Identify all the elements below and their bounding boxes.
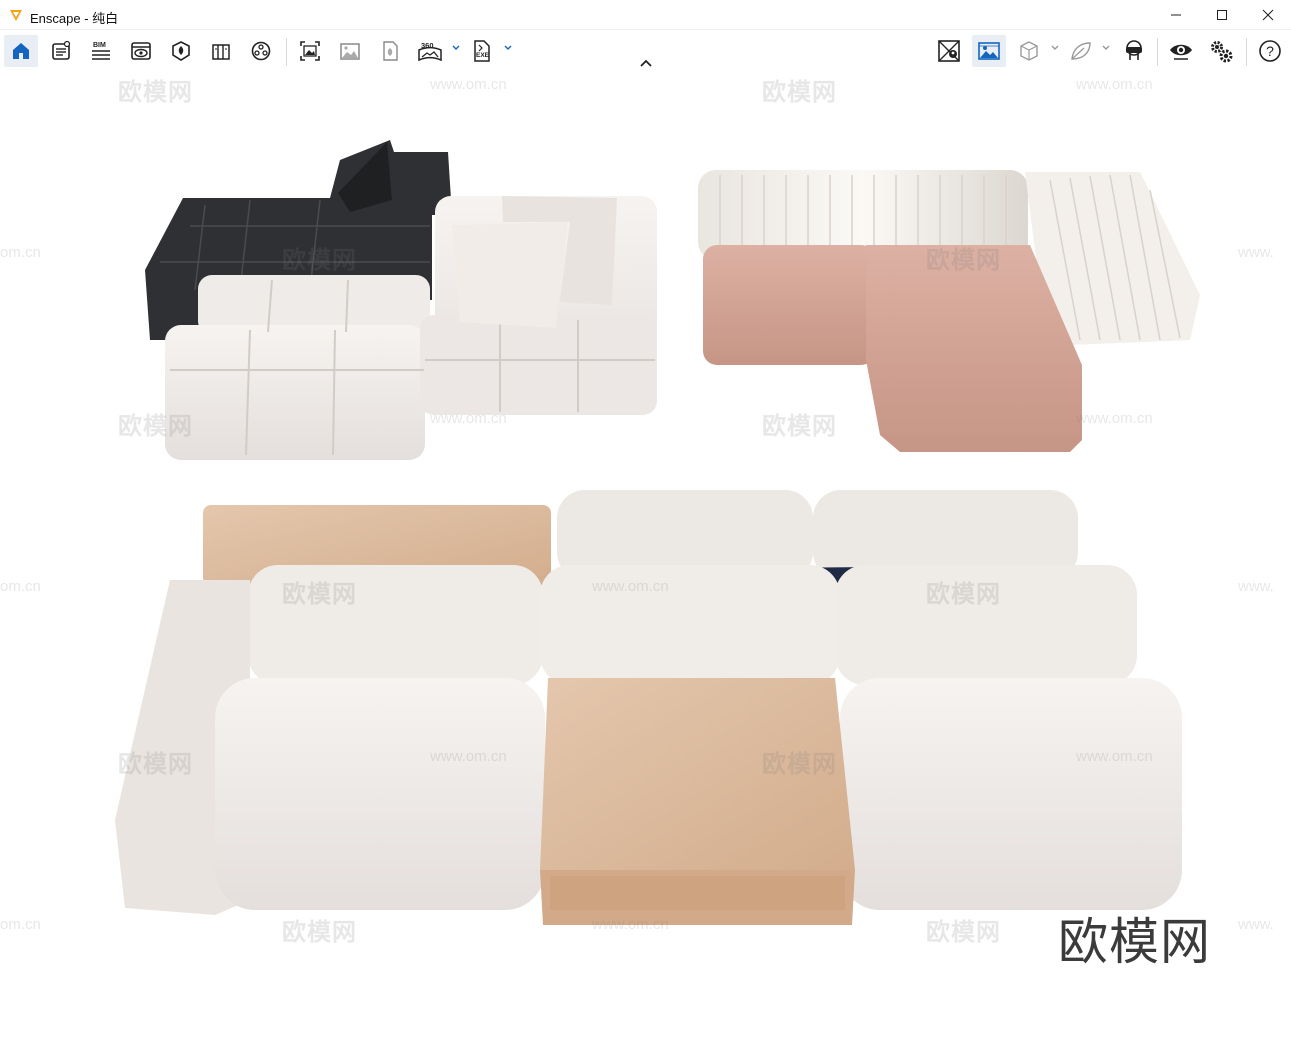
settings-button[interactable]: [1204, 35, 1238, 67]
svg-text:EXE: EXE: [476, 52, 490, 59]
chevron-down-icon[interactable]: [503, 43, 513, 53]
bim-icon: BIM: [92, 42, 110, 60]
watermark-text: 欧模网: [762, 751, 837, 778]
settings-gears-icon: [1211, 41, 1233, 63]
watermark-url: www.: [1238, 244, 1274, 261]
watermark-text: 欧模网: [762, 413, 837, 440]
panorama-360-icon: 360: [418, 41, 442, 62]
batch-render-icon: [340, 43, 360, 60]
library-icon: [212, 44, 230, 60]
exe-export-icon: EXE: [474, 40, 490, 62]
watermark-url: www.om.cn: [1076, 76, 1153, 93]
close-icon: [1262, 9, 1274, 21]
home-icon: [13, 43, 29, 59]
watermark-url: www.om.cn: [430, 748, 507, 765]
window-title: Enscape - 纯白: [30, 11, 119, 26]
toolbar-separator: [1246, 38, 1247, 66]
screenshot-button[interactable]: [293, 35, 327, 67]
toolbar-separator: [1157, 38, 1158, 66]
materials-button[interactable]: [164, 35, 198, 67]
watermark-url: www.om.cn: [1076, 410, 1153, 427]
render-viewport[interactable]: 欧模网 www.om.cn 欧模网 www.om.cn om.cn 欧模网 欧模…: [0, 72, 1291, 1038]
project-info-button[interactable]: [44, 35, 78, 67]
view-settings-icon: [131, 42, 151, 60]
watermark-text: 欧模网: [118, 751, 193, 778]
chevron-down-icon[interactable]: [1050, 43, 1060, 53]
collapse-toolbar-icon[interactable]: [638, 57, 654, 69]
watermark-text: 欧模网: [926, 247, 1001, 274]
cube-button[interactable]: [1012, 35, 1046, 67]
watermark-text: 欧模网: [762, 79, 837, 106]
watermark-url: www.om.cn: [592, 916, 669, 933]
cube-icon: [1020, 41, 1038, 61]
leaf-button[interactable]: [1064, 35, 1098, 67]
watermark-url: www.om.cn: [592, 578, 669, 595]
watermark-url: www.: [1238, 916, 1274, 933]
view-settings-button[interactable]: [124, 35, 158, 67]
asset-library-icon: [251, 41, 271, 61]
batch-render-button[interactable]: [333, 35, 367, 67]
visual-settings-icon: [978, 42, 1000, 60]
eye-icon: [1170, 44, 1192, 60]
chevron-down-icon[interactable]: [1101, 43, 1111, 53]
vr-headset-icon: [1126, 40, 1142, 60]
tufted-sofa-group: [145, 140, 657, 460]
leaf-icon: [1071, 42, 1091, 60]
vr-headset-button[interactable]: [1117, 35, 1151, 67]
project-info-icon: [52, 40, 71, 60]
watermark-text: 欧模网: [282, 919, 357, 946]
materials-icon: [172, 41, 190, 61]
map-button[interactable]: [932, 35, 966, 67]
maximize-button[interactable]: [1199, 0, 1245, 30]
chevron-down-icon[interactable]: [451, 43, 461, 53]
library-button[interactable]: [204, 35, 238, 67]
asset-library-button[interactable]: [244, 35, 278, 67]
maximize-icon: [1217, 10, 1227, 20]
screenshot-icon: [300, 41, 320, 61]
svg-text:BIM: BIM: [93, 42, 106, 49]
watermark-url: www.om.cn: [430, 410, 507, 427]
watermark-url: om.cn: [0, 578, 41, 595]
watermark-text: 欧模网: [282, 581, 357, 608]
home-button[interactable]: [4, 35, 38, 67]
watermark-text: 欧模网: [926, 581, 1001, 608]
map-icon: [938, 40, 960, 62]
panorama-button[interactable]: 360: [413, 35, 447, 67]
watermark-url: om.cn: [0, 244, 41, 261]
boucle-sofa-group: [115, 490, 1182, 925]
minimize-button[interactable]: [1153, 0, 1199, 30]
svg-text:?: ?: [1266, 43, 1274, 59]
help-icon: ?: [1259, 40, 1281, 62]
close-button[interactable]: [1245, 0, 1291, 30]
watermark-text: 欧模网: [282, 247, 357, 274]
visual-settings-button[interactable]: [972, 35, 1006, 67]
export-file-button[interactable]: [373, 35, 407, 67]
title-bar: Enscape - 纯白: [0, 0, 1291, 30]
watermark-url: www.: [1238, 578, 1274, 595]
watermark-text: 欧模网: [926, 919, 1001, 946]
watermark-text: 欧模网: [118, 413, 193, 440]
exe-export-button[interactable]: EXE: [465, 35, 499, 67]
bim-button[interactable]: BIM: [84, 35, 118, 67]
sofa-render-image: [115, 140, 1200, 925]
watermark-text: 欧模网: [118, 79, 193, 106]
enscape-logo-icon: [8, 7, 24, 23]
brand-watermark: 欧模网: [1058, 913, 1211, 971]
watermark-url: www.om.cn: [1076, 748, 1153, 765]
help-button[interactable]: ?: [1253, 35, 1287, 67]
watermark-url: www.om.cn: [430, 76, 507, 93]
export-file-icon: [383, 41, 398, 61]
toolbar-separator: [286, 38, 287, 66]
eye-button[interactable]: [1164, 35, 1198, 67]
minimize-icon: [1171, 14, 1181, 16]
watermark-url: om.cn: [0, 916, 41, 933]
